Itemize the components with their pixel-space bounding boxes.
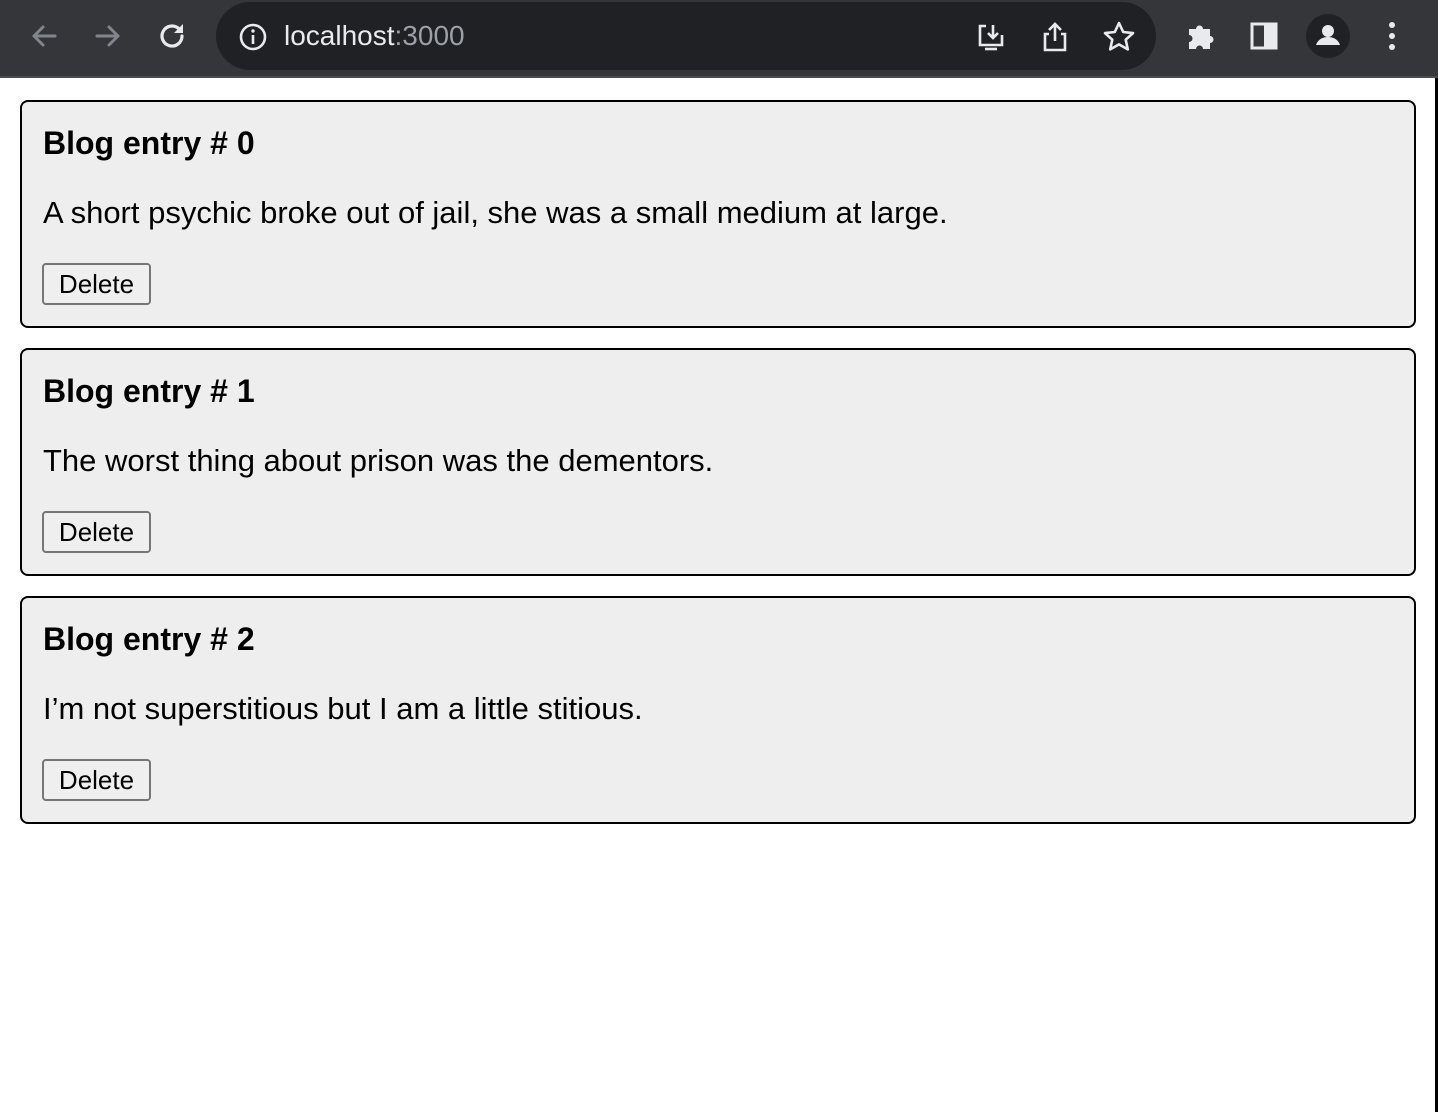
url-text[interactable]: localhost:3000 bbox=[284, 18, 465, 54]
blog-post-body: A short psychic broke out of jail, she w… bbox=[43, 195, 948, 230]
extensions-icon[interactable] bbox=[1178, 14, 1222, 58]
delete-button[interactable]: Delete bbox=[42, 759, 151, 801]
menu-icon[interactable] bbox=[1370, 14, 1414, 58]
url-host: localhost bbox=[284, 20, 395, 51]
blog-post-card: Blog entry # 0 A short psychic broke out… bbox=[20, 100, 1416, 328]
blog-post-title: Blog entry # 0 bbox=[43, 125, 255, 161]
profile-icon[interactable] bbox=[1306, 14, 1350, 58]
blog-list: Blog entry # 0 A short psychic broke out… bbox=[20, 100, 1416, 844]
url-port: :3000 bbox=[394, 20, 465, 51]
delete-button[interactable]: Delete bbox=[42, 511, 151, 553]
back-icon[interactable] bbox=[22, 14, 66, 58]
forward-icon[interactable] bbox=[86, 14, 130, 58]
blog-post-card: Blog entry # 1 The worst thing about pri… bbox=[20, 348, 1416, 576]
address-bar[interactable]: localhost:3000 bbox=[216, 2, 1156, 70]
delete-button[interactable]: Delete bbox=[42, 263, 151, 305]
install-icon[interactable] bbox=[974, 20, 1008, 54]
blog-post-title: Blog entry # 2 bbox=[43, 621, 255, 657]
reload-icon[interactable] bbox=[150, 14, 194, 58]
blog-post-card: Blog entry # 2 I’m not superstitious but… bbox=[20, 596, 1416, 824]
info-icon[interactable] bbox=[238, 22, 268, 52]
blog-post-body: The worst thing about prison was the dem… bbox=[43, 443, 714, 478]
side-panel-icon[interactable] bbox=[1242, 14, 1286, 58]
browser-toolbar: localhost:3000 bbox=[0, 0, 1438, 78]
share-icon[interactable] bbox=[1038, 20, 1072, 54]
bookmark-star-icon[interactable] bbox=[1102, 20, 1136, 54]
blog-post-body: I’m not superstitious but I am a little … bbox=[43, 691, 643, 726]
blog-post-title: Blog entry # 1 bbox=[43, 373, 255, 409]
